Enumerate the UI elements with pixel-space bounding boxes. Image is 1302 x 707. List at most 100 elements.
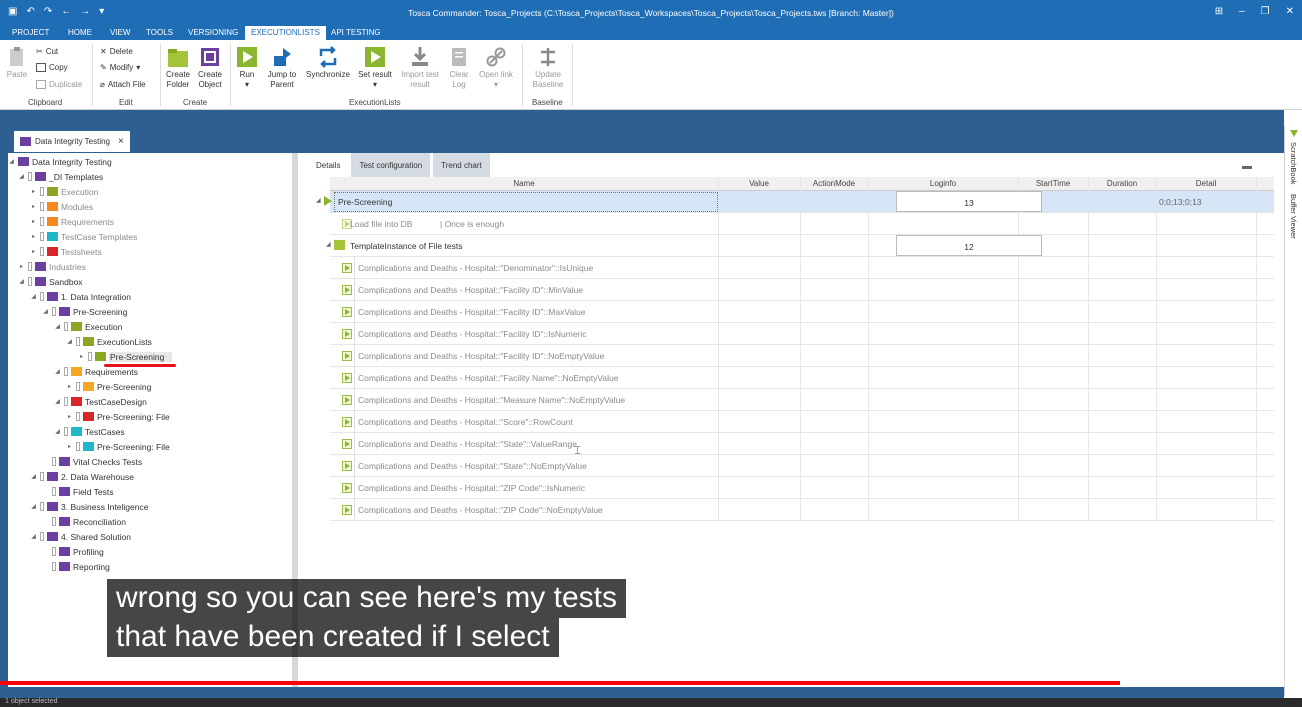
buffer-viewer-tab[interactable]: Buffer Viewer	[1289, 194, 1298, 239]
minimize-icon[interactable]: –	[1239, 6, 1245, 17]
synchronize-button[interactable]: Synchronize	[304, 46, 352, 80]
paste-button[interactable]: Paste	[4, 46, 30, 80]
expand-arrow-icon[interactable]: ◢	[54, 428, 61, 435]
expand-arrow-icon[interactable]: ◢	[30, 293, 37, 300]
close-icon[interactable]: ✕	[1286, 6, 1294, 17]
column-name[interactable]: Name	[330, 179, 718, 188]
tree-node[interactable]: ◢ TestCases	[54, 425, 125, 438]
restore-icon[interactable]: ❐	[1261, 6, 1270, 17]
close-icon[interactable]: ×	[118, 136, 124, 147]
row-pre-screening[interactable]: ◢ Pre-Screening 13 0;0;13;0;13	[316, 191, 1274, 213]
collapse-arrow-icon[interactable]: ◢	[326, 241, 331, 248]
expand-arrow-icon[interactable]: ◢	[18, 173, 25, 180]
column-value[interactable]: Value	[718, 179, 800, 188]
video-progress-bar[interactable]	[0, 681, 1120, 685]
test-row[interactable]: Complications and Deaths - Hospital::"Sc…	[330, 411, 1274, 433]
tree-node[interactable]: ◢ Pre-Screening	[42, 305, 127, 318]
expand-arrow-icon[interactable]: ▸	[30, 233, 37, 240]
expand-arrow-icon[interactable]: ◢	[54, 323, 61, 330]
scratchbook-tab[interactable]: ScratchBook	[1289, 142, 1298, 185]
collapse-arrow-icon[interactable]: ◢	[316, 197, 321, 204]
expand-arrow-icon[interactable]: ▸	[30, 203, 37, 210]
expand-arrow-icon[interactable]: ▸	[66, 443, 73, 450]
tree-node[interactable]: ◢ 1. Data Integration	[30, 290, 131, 303]
update-baseline-button[interactable]: Update Baseline	[528, 46, 568, 90]
modify-button[interactable]: ✎ Modify ▾	[100, 63, 140, 72]
tree-node[interactable]: ▸ TestCase Templates	[30, 230, 137, 243]
layout-icon[interactable]: ⊞	[1215, 6, 1223, 17]
menu-versioning[interactable]: VERSIONING	[188, 28, 238, 37]
test-row[interactable]: Complications and Deaths - Hospital::"Fa…	[330, 367, 1274, 389]
tree-node[interactable]: ▸ Requirements	[30, 215, 114, 228]
create-folder-button[interactable]: Create Folder	[164, 46, 192, 90]
menu-executionlists[interactable]: EXECUTIONLISTS	[245, 26, 326, 40]
tree-node[interactable]: ◢ ExecutionLists	[66, 335, 152, 348]
expand-arrow-icon[interactable]: ◢	[30, 533, 37, 540]
expand-arrow-icon[interactable]: ◢	[30, 473, 37, 480]
column-actionmode[interactable]: ActionMode	[800, 179, 868, 188]
column-starttime[interactable]: StartTime	[1018, 179, 1088, 188]
cut-button[interactable]: ✂ Cut	[36, 47, 58, 56]
tree-node[interactable]: ◢ Sandbox	[18, 275, 82, 288]
expand-arrow-icon[interactable]: ◢	[30, 503, 37, 510]
expand-arrow-icon[interactable]: ▸	[30, 188, 37, 195]
test-row[interactable]: Complications and Deaths - Hospital::"Fa…	[330, 323, 1274, 345]
expand-arrow-icon[interactable]: ▸	[78, 353, 85, 360]
expand-arrow-icon[interactable]: ◢	[18, 278, 25, 285]
column-detail[interactable]: Detail	[1156, 179, 1256, 188]
duplicate-button[interactable]: Duplicate	[36, 80, 82, 89]
column-loginfo[interactable]: Loginfo	[868, 179, 1018, 188]
test-row[interactable]: Complications and Deaths - Hospital::"St…	[330, 433, 1274, 455]
tree-node[interactable]: ◢ 3. Business Inteligence	[30, 500, 148, 513]
tree-node[interactable]: ◢ 2. Data Warehouse	[30, 470, 134, 483]
tree-node[interactable]: Field Tests	[42, 485, 113, 498]
run-button[interactable]: Run ▾	[234, 46, 260, 90]
tree-node[interactable]: ◢ Execution	[54, 320, 122, 333]
copy-button[interactable]: Copy	[36, 63, 68, 72]
tab-trend-chart[interactable]: Trend chart	[433, 153, 490, 177]
import-test-result-button[interactable]: Import test result	[398, 46, 442, 90]
expand-arrow-icon[interactable]: ◢	[42, 308, 49, 315]
expand-arrow-icon[interactable]: ◢	[54, 368, 61, 375]
create-object-button[interactable]: Create Object	[196, 46, 224, 90]
tab-test-configuration[interactable]: Test configuration	[351, 153, 431, 177]
open-link-button[interactable]: Open link ▾	[476, 46, 516, 90]
set-result-button[interactable]: Set result ▾	[356, 46, 394, 90]
expand-arrow-icon[interactable]: ◢	[66, 338, 73, 345]
tree-node[interactable]: ◢ Data Integrity Testing	[8, 155, 112, 168]
tree-node[interactable]: ◢ 4. Shared Solution	[30, 530, 131, 543]
tree-node[interactable]: ▸ Pre-Screening: File	[66, 410, 170, 423]
tree-node[interactable]: Profiling	[42, 545, 104, 558]
test-row[interactable]: Complications and Deaths - Hospital::"Me…	[330, 389, 1274, 411]
tree-node[interactable]: ▸ Execution	[30, 185, 98, 198]
expand-arrow-icon[interactable]: ◢	[8, 158, 15, 165]
test-row[interactable]: Complications and Deaths - Hospital::"Fa…	[330, 345, 1274, 367]
menu-project[interactable]: PROJECT	[12, 28, 49, 37]
tree-node[interactable]: ▸ Industries	[18, 260, 86, 273]
tree-node[interactable]: Reporting	[42, 560, 110, 573]
tree-node[interactable]: ◢ TestCaseDesign	[54, 395, 147, 408]
test-row[interactable]: Complications and Deaths - Hospital::"ZI…	[330, 477, 1274, 499]
expand-arrow-icon[interactable]: ◢	[54, 398, 61, 405]
tree-node[interactable]: Reconciliation	[42, 515, 126, 528]
tree-node[interactable]: ▸ Pre-Screening	[66, 380, 151, 393]
test-row[interactable]: Complications and Deaths - Hospital::"Fa…	[330, 279, 1274, 301]
expand-arrow-icon[interactable]: ▸	[30, 248, 37, 255]
clear-log-button[interactable]: Clear Log	[446, 46, 472, 90]
tree-node[interactable]: ◢ _DI Templates	[18, 170, 103, 183]
expand-arrow-icon[interactable]: ▸	[66, 383, 73, 390]
test-row[interactable]: Complications and Deaths - Hospital::"ZI…	[330, 499, 1274, 521]
tree-node[interactable]: ▸ Testsheets	[30, 245, 102, 258]
menu-api-testing[interactable]: API TESTING	[331, 28, 381, 37]
tree-node[interactable]: ▸ Pre-Screening	[78, 350, 173, 363]
tree-node[interactable]: Vital Checks Tests	[42, 455, 142, 468]
row-template-instance[interactable]: ◢ TemplateInstance of File tests 12	[326, 235, 1274, 257]
tab-details[interactable]: Details	[308, 153, 349, 177]
expand-arrow-icon[interactable]: ▸	[30, 218, 37, 225]
row-load-file[interactable]: Load file into DB | Once is enough	[330, 213, 1274, 235]
menu-view[interactable]: VIEW	[110, 28, 130, 37]
tree-node[interactable]: ▸ Pre-Screening: File	[66, 440, 170, 453]
doc-tab-data-integrity-testing[interactable]: Data Integrity Testing ×	[14, 131, 130, 152]
test-row[interactable]: Complications and Deaths - Hospital::"Fa…	[330, 301, 1274, 323]
attach-file-button[interactable]: ⌀ Attach File	[100, 80, 146, 89]
